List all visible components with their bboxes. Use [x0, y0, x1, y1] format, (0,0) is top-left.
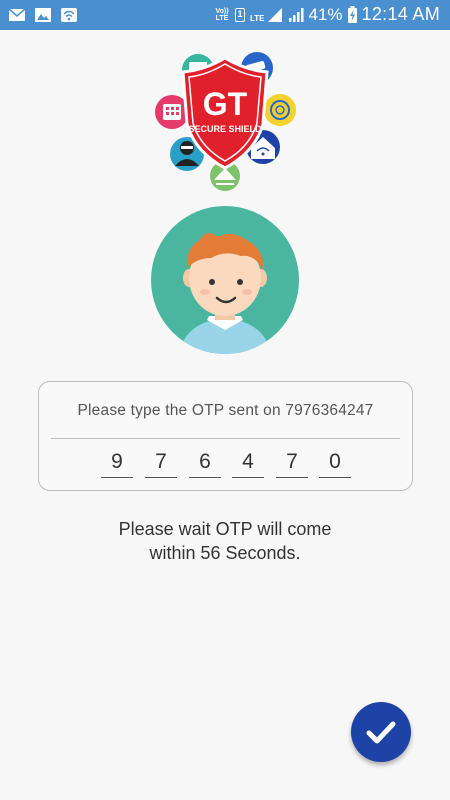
sim-slot-badge: 1	[235, 7, 245, 22]
logo-brand: GT	[203, 86, 248, 122]
submit-otp-button[interactable]	[351, 702, 411, 762]
otp-digit-4[interactable]: 4	[232, 448, 264, 478]
lte-signal: LTE	[250, 7, 283, 23]
otp-digit-3[interactable]: 6	[189, 448, 221, 478]
signal-icon	[267, 7, 282, 22]
otp-digit-6[interactable]: 0	[319, 448, 351, 478]
check-icon	[366, 721, 396, 744]
status-bar: Vo)) LTE 1 LTE 41% 12:14 AM	[0, 0, 450, 30]
otp-input-group: 9 7 6 4 7 0	[101, 448, 351, 478]
clock: 12:14 AM	[361, 4, 440, 24]
logo-tagline: SECURE SHIELD	[188, 124, 262, 134]
otp-digit-1[interactable]: 9	[101, 448, 133, 478]
battery-charging-icon	[347, 6, 357, 23]
otp-digit-5[interactable]: 7	[276, 448, 308, 478]
gt-secure-shield-logo: GT SECURE SHIELD	[150, 48, 300, 196]
wait-line-2: within 56 Seconds.	[149, 543, 301, 563]
otp-prompt: Please type the OTP sent on 7976364247	[77, 402, 374, 419]
fingerprint-bubble-icon	[264, 94, 296, 126]
gallery-icon	[35, 8, 51, 22]
otp-card: Please type the OTP sent on 7976364247 9…	[38, 381, 413, 491]
network-type: LTE	[250, 13, 265, 23]
otp-digit-2[interactable]: 7	[145, 448, 177, 478]
battery-percent: 41%	[308, 4, 343, 24]
wait-line-1: Please wait OTP will come	[118, 519, 332, 539]
signal-bars-icon	[288, 7, 304, 22]
otp-wait-message: Please wait OTP will come within 56 Seco…	[0, 517, 450, 565]
otp-divider	[51, 438, 400, 439]
wifi-box-icon	[61, 8, 77, 22]
volte-indicator: Vo)) LTE	[215, 7, 229, 22]
mail-icon	[8, 8, 26, 21]
user-avatar	[151, 206, 299, 354]
